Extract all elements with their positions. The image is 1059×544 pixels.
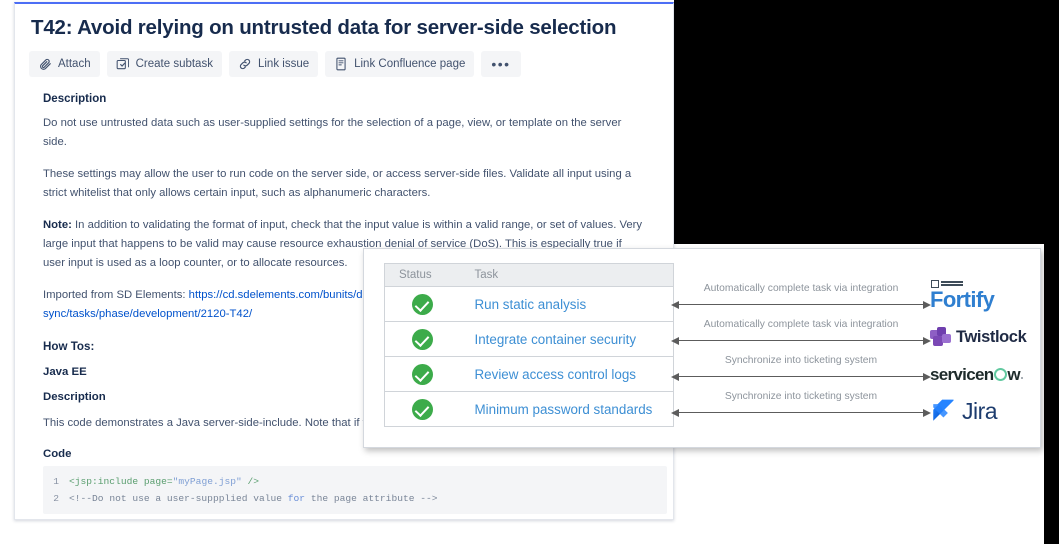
table-row: Integrate container security xyxy=(384,321,674,357)
create-subtask-label: Create subtask xyxy=(135,58,213,70)
check-circle-icon xyxy=(412,398,434,420)
code-line: 1 <jsp:include page="myPage.jsp" /> xyxy=(43,473,667,490)
column-header-task: Task xyxy=(460,263,674,287)
status-cell xyxy=(385,392,461,427)
servicenow-wordmark: servicen w xyxy=(930,365,1024,385)
task-table: Status Task Run static analysis Integrat… xyxy=(384,263,674,427)
double-arrow-icon xyxy=(671,372,931,381)
task-cell: Review access control logs xyxy=(460,356,674,392)
sd-elements-link-cont[interactable]: sync/tasks/phase/development/2120-T42/ xyxy=(43,308,252,320)
task-link[interactable]: Run static analysis xyxy=(461,297,674,312)
code-heading: Code xyxy=(43,448,72,460)
double-arrow-icon xyxy=(671,336,931,345)
check-circle-icon xyxy=(412,293,434,315)
description-paragraph-1: Do not use untrusted data such as user-s… xyxy=(43,117,622,148)
servicenow-text-b: w xyxy=(1007,365,1020,384)
status-cell xyxy=(384,321,461,357)
jira-icon xyxy=(930,398,956,424)
description-heading: Description xyxy=(43,93,107,105)
imported-label: Imported from SD Elements: xyxy=(43,289,189,301)
more-actions-button[interactable]: ••• xyxy=(481,51,521,77)
task-link[interactable]: Minimum password standards xyxy=(461,402,674,417)
integration-arrow: Automatically complete task via integrat… xyxy=(671,283,931,321)
link-issue-label: Link issue xyxy=(257,58,310,70)
integration-arrow: Synchronize into ticketing system xyxy=(671,355,931,393)
check-circle-icon xyxy=(412,328,434,350)
arrow-label: Automatically complete task via integrat… xyxy=(703,283,899,294)
code-line-number: 1 xyxy=(53,476,59,487)
logo-fortify: Fortify xyxy=(930,275,1042,315)
integration-arrow: Synchronize into ticketing system xyxy=(671,391,931,429)
status-cell xyxy=(384,356,461,392)
code-line-text: <jsp:include page="myPage.jsp" /> xyxy=(69,476,260,487)
description-paragraph-2: These settings may allow the user to run… xyxy=(43,168,632,199)
task-cell: Minimum password standards xyxy=(461,392,674,427)
servicenow-dot-icon xyxy=(1020,376,1024,379)
table-row: Review access control logs xyxy=(384,356,674,392)
link-issue-button[interactable]: Link issue xyxy=(228,51,319,77)
integration-logos: Fortify Twistlock servicen w Jira xyxy=(930,259,1042,439)
arrow-label: Synchronize into ticketing system xyxy=(724,355,878,366)
logo-twistlock: Twistlock xyxy=(930,317,1042,357)
table-row: Minimum password standards xyxy=(385,392,674,427)
code-block: 1 <jsp:include page="myPage.jsp" /> 2 <!… xyxy=(43,466,667,514)
twistlock-wordmark: Twistlock xyxy=(956,327,1027,346)
task-link[interactable]: Review access control logs xyxy=(461,367,674,382)
servicenow-text-a: servicen xyxy=(930,365,994,384)
logo-servicenow: servicen w xyxy=(930,355,1042,395)
table-header-row: Status Task xyxy=(384,263,674,287)
page-title: T42: Avoid relying on untrusted data for… xyxy=(31,16,617,39)
code-line: 2 <!--Do not use a user-suppplied value … xyxy=(43,490,667,507)
double-arrow-icon xyxy=(671,300,931,309)
logo-jira: Jira xyxy=(930,391,1042,431)
create-subtask-button[interactable]: Create subtask xyxy=(106,51,222,77)
jira-wordmark: Jira xyxy=(962,397,998,424)
paperclip-icon xyxy=(38,57,52,71)
double-arrow-icon xyxy=(671,408,931,417)
black-backdrop xyxy=(674,0,1059,244)
task-cell: Run static analysis xyxy=(460,286,674,322)
task-link[interactable]: Integrate container security xyxy=(461,332,674,347)
fortify-wordmark: Fortify xyxy=(930,286,995,312)
task-cell: Integrate container security xyxy=(460,321,674,357)
code-line-text: <!--Do not use a user-suppplied value fo… xyxy=(69,493,438,504)
integration-arrow: Automatically complete task via integrat… xyxy=(671,319,931,357)
issue-toolbar: Attach Create subtask Link issue Link Co… xyxy=(29,51,673,77)
arrow-label: Automatically complete task via integrat… xyxy=(703,319,899,330)
code-line-number: 2 xyxy=(53,493,59,504)
sd-elements-link[interactable]: https://cd.sdelements.com/bunits/dem xyxy=(189,289,379,301)
integration-overlay-panel: Status Task Run static analysis Integrat… xyxy=(363,248,1041,448)
arrow-label: Synchronize into ticketing system xyxy=(724,391,878,402)
link-confluence-label: Link Confluence page xyxy=(354,58,466,70)
attach-button[interactable]: Attach xyxy=(29,51,100,77)
integration-arrows: Automatically complete task via integrat… xyxy=(671,267,931,439)
table-row: Run static analysis xyxy=(384,286,674,322)
attach-label: Attach xyxy=(58,58,91,70)
screenshot-root: T42: Avoid relying on untrusted data for… xyxy=(0,0,1059,544)
subtask-icon xyxy=(116,57,130,71)
check-circle-icon xyxy=(412,363,434,385)
servicenow-o-icon xyxy=(993,368,1007,381)
status-cell xyxy=(384,286,461,322)
confluence-page-icon xyxy=(334,57,348,71)
black-backdrop-edge xyxy=(1044,244,1059,544)
note-label: Note: xyxy=(43,219,72,231)
column-header-status: Status xyxy=(384,263,461,287)
twistlock-icon xyxy=(930,326,951,348)
link-icon xyxy=(238,57,252,71)
link-confluence-button[interactable]: Link Confluence page xyxy=(325,51,475,77)
